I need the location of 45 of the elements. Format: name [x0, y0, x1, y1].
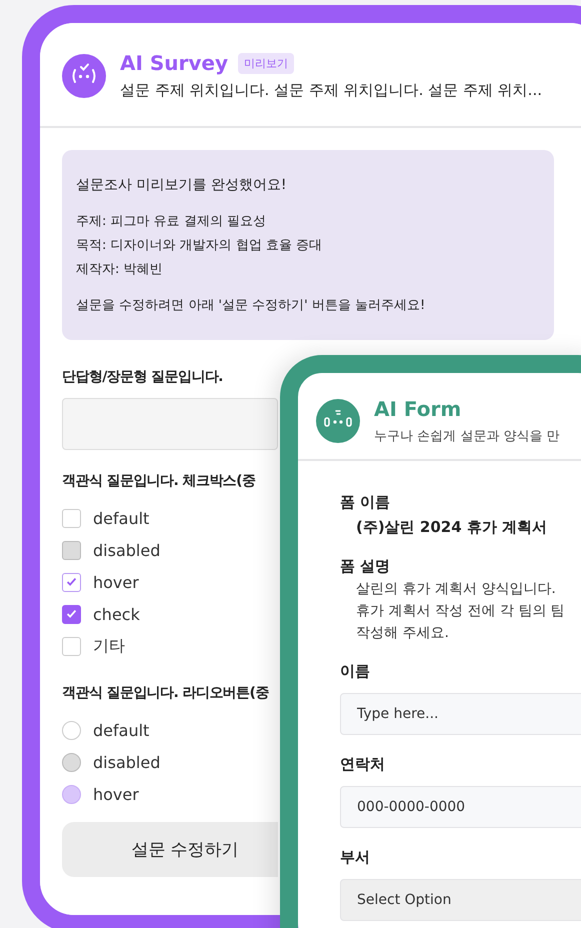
answer-field[interactable] — [62, 398, 278, 450]
preview-badge: 미리보기 — [238, 52, 294, 74]
form-description-line: 살린의 휴가 계획서 양식입니다. — [355, 580, 557, 598]
input-field[interactable]: Type here... — [340, 693, 581, 735]
question-label: 객관식 질문입니다. 라디오버튼(중 — [62, 684, 270, 702]
checkbox[interactable] — [62, 508, 81, 528]
form-description-label: 폼 설명 — [340, 557, 392, 576]
form-description-line: 휴가 계획서 작성 전에 각 팀의 팀 — [355, 602, 566, 620]
option-label: hover — [93, 784, 139, 804]
robot-face-icon — [62, 54, 106, 98]
input-field[interactable]: 000-0000-0000 — [340, 786, 581, 828]
checkbox[interactable] — [62, 572, 81, 592]
option-label: disabled — [93, 540, 160, 560]
field-label: 부서 — [340, 848, 371, 867]
option-label: default — [93, 508, 150, 528]
notice-line: 목적: 디자이너와 개발자의 협업 효율 증대 — [76, 237, 324, 254]
app-title: AI Form — [374, 397, 462, 421]
notice-line: 제작자: 박혜빈 — [76, 261, 164, 278]
survey-topic: 설문 주제 위치입니다. 설문 주제 위치입니다. 설문 주제 위치... — [120, 81, 542, 100]
option-label: default — [93, 720, 150, 740]
app-tagline: 누구나 손쉽게 설문과 양식을 만 — [374, 428, 560, 445]
radio-button[interactable] — [62, 784, 81, 804]
edit-survey-button[interactable]: 설문 수정하기 — [62, 822, 278, 877]
radio-button[interactable] — [62, 720, 81, 740]
checkbox[interactable] — [62, 636, 81, 656]
option-label: check — [93, 604, 140, 624]
check-icon — [67, 610, 76, 618]
checkbox[interactable] — [62, 604, 81, 624]
option-label: 기타 — [93, 636, 125, 656]
form-name-label: 폼 이름 — [340, 493, 392, 512]
form-description-line: 작성해 주세요. — [355, 624, 450, 642]
notice-line: 주제: 피그마 유료 결제의 필요성 — [76, 213, 267, 230]
option-label: disabled — [93, 752, 160, 772]
app-title: AI Survey — [120, 51, 228, 75]
question-label: 단답형/장문형 질문입니다. — [62, 368, 224, 386]
field-label: 이름 — [340, 662, 371, 681]
option-label: hover — [93, 572, 139, 592]
question-label: 객관식 질문입니다. 체크박스(중 — [62, 472, 256, 490]
select-field[interactable]: Select Option — [340, 879, 581, 921]
form-name: (주)살린 2024 휴가 계획서 — [355, 518, 548, 537]
robot-face-icon — [316, 399, 360, 443]
notice-text: 설문을 수정하려면 아래 '설문 수정하기' 버튼을 눌러주세요! — [76, 297, 426, 314]
notice-heading: 설문조사 미리보기를 완성했어요! — [76, 176, 288, 194]
check-icon — [67, 578, 76, 586]
field-label: 연락처 — [340, 755, 386, 774]
